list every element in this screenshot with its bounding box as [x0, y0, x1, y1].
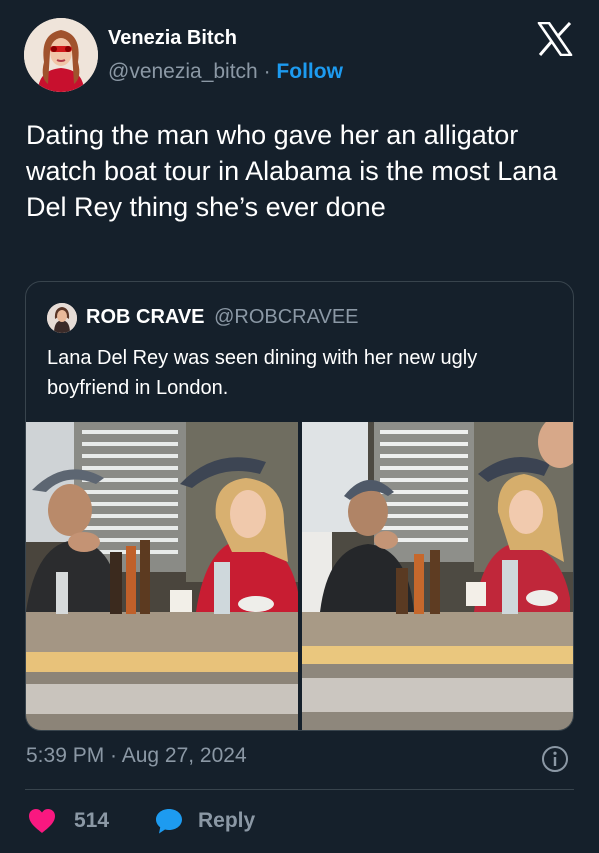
photo-right[interactable] — [302, 422, 573, 730]
divider — [25, 789, 574, 790]
like-button[interactable]: 514 — [28, 806, 109, 836]
photo-left[interactable] — [26, 422, 298, 730]
author-handle-line: @venezia_bitch · Follow — [108, 60, 343, 84]
author-avatar[interactable] — [24, 18, 98, 92]
like-count: 514 — [74, 809, 110, 832]
follow-button[interactable]: Follow — [276, 60, 343, 83]
quoted-tweet-card[interactable]: ROB CRAVE @ROBCRAVEE Lana Del Rey was se… — [25, 281, 574, 731]
reply-button[interactable]: Reply — [154, 806, 255, 836]
quoted-author-avatar — [47, 303, 77, 333]
tweet-text: Dating the man who gave her an alligator… — [26, 120, 558, 222]
author-handle[interactable]: @venezia_bitch — [108, 60, 258, 83]
author-display-name[interactable]: Venezia Bitch — [108, 27, 237, 50]
x-logo-icon[interactable] — [537, 22, 573, 56]
quoted-author: ROB CRAVE @ROBCRAVEE — [86, 306, 359, 329]
tweet-timestamp[interactable]: 5:39 PM · Aug 27, 2024 — [26, 744, 247, 768]
speech-bubble-icon — [156, 809, 182, 834]
quoted-tweet-text: Lana Del Rey was seen dining with her ne… — [47, 347, 478, 399]
quoted-author-name: ROB CRAVE — [86, 306, 205, 328]
reply-label: Reply — [198, 809, 256, 832]
heart-icon — [29, 809, 55, 833]
info-icon[interactable] — [541, 745, 569, 773]
handle-separator: · — [257, 60, 277, 83]
quoted-author-handle: @ROBCRAVEE — [214, 306, 359, 328]
